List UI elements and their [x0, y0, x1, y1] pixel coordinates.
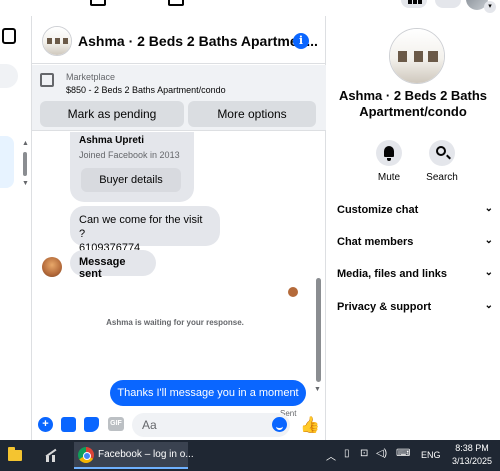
battery-icon[interactable]: ▯	[344, 448, 350, 459]
buyer-name: Ashma Upreti	[79, 135, 145, 146]
clock[interactable]: 8:38 PM 3/13/2025	[448, 442, 496, 468]
chat-panel: Ashma · 2 Beds 2 Baths Apartmen... i Mar…	[32, 16, 326, 440]
sender-avatar[interactable]	[42, 257, 62, 277]
keyboard-icon[interactable]: ⌨	[396, 448, 410, 459]
scrollbar-thumb[interactable]	[23, 152, 27, 176]
scroll-up-arrow-icon[interactable]: ▲	[22, 140, 29, 147]
selected-chat-item[interactable]	[0, 136, 14, 188]
section-label: Media, files and links	[337, 268, 448, 280]
search-button[interactable]: Search	[420, 140, 464, 183]
clock-time: 8:38 PM	[455, 443, 489, 453]
tray-chevron-up-icon[interactable]: ︿	[326, 448, 336, 463]
message-bubble[interactable]: Message sent	[70, 250, 156, 280]
read-receipt-avatar	[288, 287, 298, 297]
message-bubble[interactable]: Can we come for the visit ? 6109376774	[70, 206, 220, 254]
buyer-card: Ashma Upreti Joined Facebook in 2013 Buy…	[70, 132, 194, 202]
section-chat-members[interactable]: Chat members ⌄	[337, 235, 497, 248]
waiting-notice: Ashma is waiting for your response.	[106, 318, 244, 327]
account-chevron-icon[interactable]: ▾	[484, 1, 496, 13]
emoji-icon[interactable]	[272, 417, 287, 432]
scroll-down-arrow-icon[interactable]: ▼	[314, 386, 321, 393]
mark-as-pending-button[interactable]: Mark as pending	[40, 101, 184, 127]
search-label: Search	[426, 172, 458, 183]
chat-title[interactable]: Ashma · 2 Beds 2 Baths Apartmen...	[78, 33, 318, 49]
thumbs-up-icon[interactable]: 👍	[300, 415, 320, 435]
notifications-icon[interactable]	[435, 0, 461, 8]
message-input[interactable]	[132, 413, 290, 437]
marketplace-banner: Marketplace $850 - 2 Beds 2 Baths Apartm…	[32, 65, 326, 131]
top-navigation-strip: ▾	[0, 0, 500, 16]
taskbar-window-title: Facebook – log in o...	[98, 449, 194, 460]
listing-avatar[interactable]	[42, 26, 72, 56]
app-icon[interactable]	[43, 448, 59, 462]
buyer-details-button[interactable]: Buyer details	[81, 168, 181, 192]
chevron-down-icon: ⌄	[484, 267, 493, 278]
bell-icon	[384, 146, 394, 161]
conversation-info-panel: Ashma · 2 Beds 2 Baths Apartment/condo M…	[327, 16, 500, 440]
info-icon[interactable]: i	[293, 33, 309, 49]
chevron-down-icon: ⌄	[484, 300, 493, 311]
folder-icon[interactable]	[8, 447, 22, 461]
chevron-down-icon: ⌄	[484, 235, 493, 246]
info-title: Ashma · 2 Beds 2 Baths Apartment/condo	[338, 88, 488, 119]
sidebar-scrollbar[interactable]: ▲ ▼	[22, 140, 29, 196]
taskbar-chrome-window[interactable]: Facebook – log in o...	[74, 442, 194, 469]
section-media-files-links[interactable]: Media, files and links ⌄	[337, 267, 497, 280]
section-label: Privacy & support	[337, 301, 432, 313]
more-options-button[interactable]: More options	[188, 101, 316, 127]
menu-grid-icon[interactable]	[401, 0, 427, 8]
groups-icon[interactable]	[168, 0, 184, 6]
message-text: Can we come for the visit ?	[79, 214, 203, 240]
network-icon[interactable]: ⊡	[360, 448, 368, 459]
chat-search-field[interactable]	[0, 64, 18, 88]
mute-button[interactable]: Mute	[367, 140, 411, 183]
buyer-joined-date: Joined Facebook in 2013	[79, 150, 180, 160]
search-icon	[436, 146, 446, 156]
section-label: Chat members	[337, 236, 414, 248]
listing-summary[interactable]: $850 - 2 Beds 2 Baths Apartment/condo	[66, 85, 226, 95]
language-indicator[interactable]: ENG	[421, 450, 441, 460]
home-icon[interactable]	[90, 0, 106, 6]
message-thread: Ashma Upreti Joined Facebook in 2013 Buy…	[32, 132, 326, 418]
section-label: Customize chat	[337, 204, 419, 216]
mute-label: Mute	[377, 172, 401, 183]
sticker-icon[interactable]	[84, 417, 99, 432]
my-message-bubble[interactable]: Thanks I'll message you in a moment	[110, 380, 306, 406]
listing-avatar-large[interactable]	[389, 28, 445, 84]
plus-icon[interactable]: +	[38, 417, 53, 432]
section-privacy-support[interactable]: Privacy & support ⌄	[337, 300, 497, 313]
message-composer: + GIF 👍	[32, 412, 326, 440]
marketplace-icon	[40, 73, 54, 87]
clock-date: 3/13/2025	[451, 456, 493, 466]
windows-taskbar: Facebook – log in o... ︿ ▯ ⊡ ◁) ⌨ ENG 8:…	[0, 440, 500, 471]
marketplace-label: Marketplace	[66, 72, 116, 82]
photo-icon[interactable]	[61, 417, 76, 432]
chats-sidebar: ▲ ▼	[0, 16, 32, 440]
chrome-icon	[78, 447, 94, 463]
volume-icon[interactable]: ◁)	[376, 448, 387, 459]
section-customize-chat[interactable]: Customize chat ⌄	[337, 203, 497, 216]
chat-scrollbar[interactable]: ▼	[314, 278, 322, 398]
compose-icon[interactable]	[2, 28, 16, 44]
chevron-down-icon: ⌄	[484, 203, 493, 214]
chat-header: Ashma · 2 Beds 2 Baths Apartmen... i	[32, 16, 326, 64]
gif-icon[interactable]: GIF	[108, 417, 124, 431]
scroll-down-arrow-icon[interactable]: ▼	[22, 180, 29, 187]
scrollbar-thumb[interactable]	[316, 278, 321, 382]
